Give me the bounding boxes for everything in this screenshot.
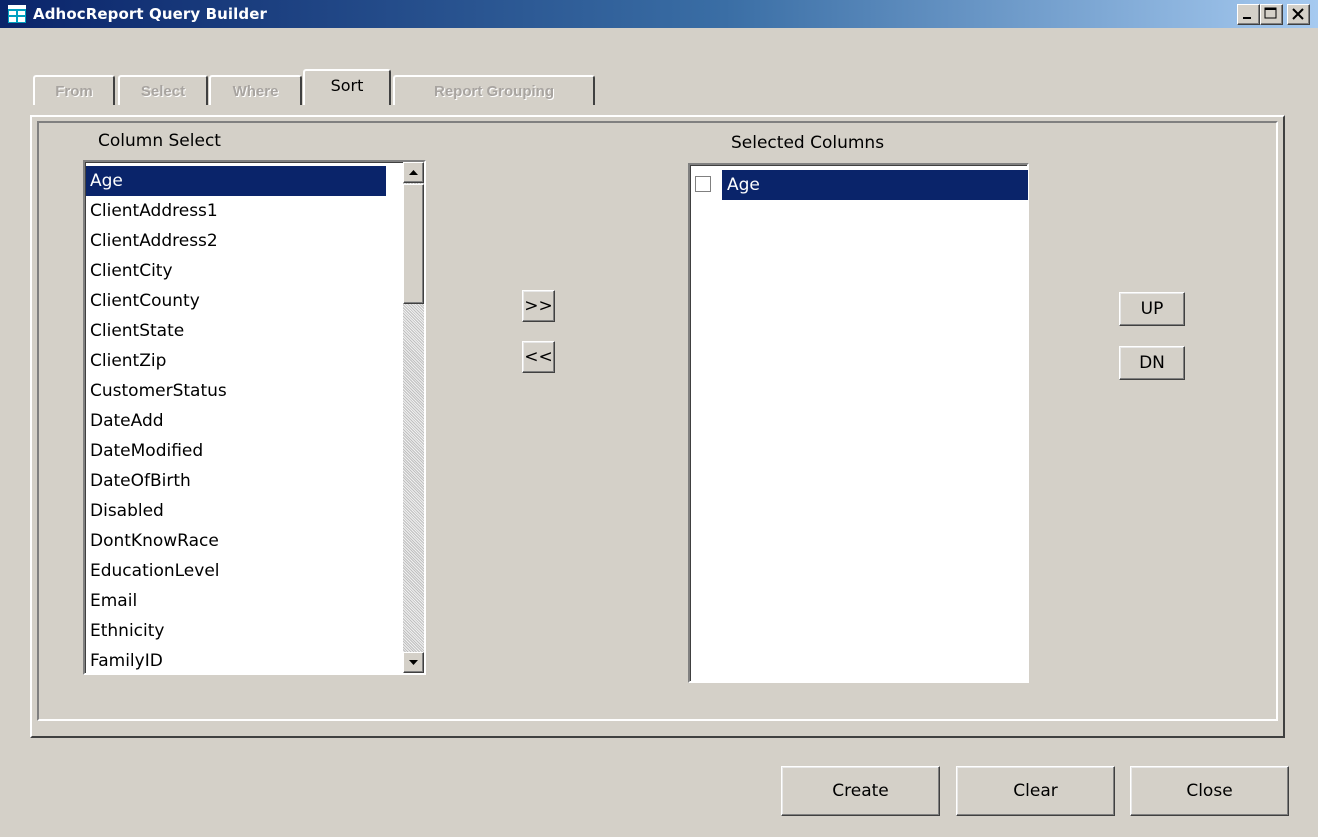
list-item[interactable]: DateAdd <box>86 406 386 436</box>
scroll-down-button[interactable] <box>403 652 424 673</box>
tab-from[interactable]: From <box>33 75 115 105</box>
list-item[interactable]: DontKnowRace <box>86 526 386 556</box>
list-item[interactable]: ClientCity <box>86 256 386 286</box>
scroll-up-button[interactable] <box>403 162 424 183</box>
title-bar[interactable]: AdhocReport Query Builder <box>0 0 1318 28</box>
tab-report-grouping[interactable]: Report Grouping <box>393 75 595 105</box>
list-item[interactable]: ClientCounty <box>86 286 386 316</box>
list-item[interactable]: Ethnicity <box>86 616 386 646</box>
remove-column-button[interactable]: << <box>522 341 555 373</box>
clear-button[interactable]: Clear <box>956 766 1115 816</box>
arrow-down-icon <box>409 660 418 665</box>
app-window-icon <box>8 5 26 23</box>
tab-sort[interactable]: Sort <box>303 69 391 105</box>
maximize-button[interactable] <box>1260 4 1283 25</box>
list-item[interactable]: ClientZip <box>86 346 386 376</box>
list-item[interactable]: DateModified <box>86 436 386 466</box>
list-item[interactable]: EducationLevel <box>86 556 386 586</box>
column-select-list[interactable]: Age ClientAddress1 ClientAddress2 Client… <box>83 160 426 675</box>
list-item[interactable]: FamilyID <box>86 646 386 676</box>
selected-column-row[interactable]: Age <box>695 170 1030 200</box>
minimize-icon <box>1243 17 1251 19</box>
add-column-button[interactable]: >> <box>522 290 555 322</box>
arrow-up-icon <box>409 170 418 175</box>
list-item[interactable]: Email <box>86 586 386 616</box>
list-item[interactable]: Disabled <box>86 496 386 526</box>
close-window-button[interactable] <box>1287 4 1310 25</box>
list-item[interactable]: ClientAddress2 <box>86 226 386 256</box>
tab-select[interactable]: Select <box>118 75 208 105</box>
close-icon <box>1292 8 1304 20</box>
scrollbar-thumb[interactable] <box>403 184 424 304</box>
vertical-scrollbar[interactable] <box>403 162 424 673</box>
window-title: AdhocReport Query Builder <box>33 5 267 23</box>
create-button[interactable]: Create <box>781 766 940 816</box>
tab-where[interactable]: Where <box>209 75 302 105</box>
selected-column-label[interactable]: Age <box>722 170 1028 200</box>
list-item[interactable]: ClientAddress1 <box>86 196 386 226</box>
close-button[interactable]: Close <box>1130 766 1289 816</box>
minimize-button[interactable] <box>1237 4 1260 25</box>
list-item[interactable]: CustomerStatus <box>86 376 386 406</box>
list-item[interactable]: Age <box>86 166 386 196</box>
selected-columns-list[interactable]: Age <box>688 163 1029 683</box>
selected-columns-label: Selected Columns <box>731 133 885 153</box>
move-down-button[interactable]: DN <box>1119 346 1185 380</box>
maximize-icon <box>1264 7 1277 19</box>
list-item[interactable]: DateOfBirth <box>86 466 386 496</box>
move-up-button[interactable]: UP <box>1119 292 1185 326</box>
list-item[interactable]: ClientState <box>86 316 386 346</box>
sort-checkbox[interactable] <box>695 176 711 192</box>
column-select-label: Column Select <box>98 131 221 151</box>
